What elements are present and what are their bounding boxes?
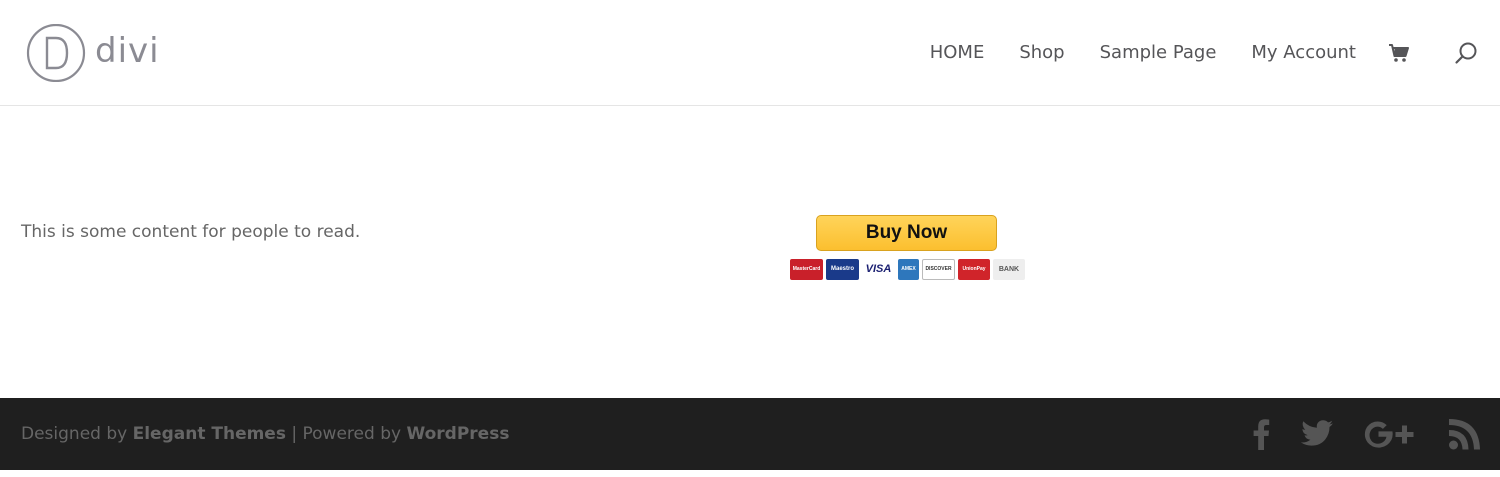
twitter-icon[interactable]: [1300, 420, 1334, 448]
site-header: divi HOME Shop Sample Page My Account: [0, 0, 1500, 106]
site-logo[interactable]: divi: [25, 24, 160, 82]
main-nav: HOME Shop Sample Page My Account: [930, 40, 1478, 66]
amex-logo: AMEX: [898, 258, 919, 280]
discover-label: DISCOVER: [925, 266, 952, 272]
mastercard-label: MasterCard: [792, 266, 821, 272]
buy-now-label: Buy Now: [865, 222, 948, 243]
page-content: This is some content for people to read.…: [0, 107, 1500, 398]
social-links: [1252, 418, 1484, 450]
content-paragraph: This is some content for people to read.: [21, 222, 361, 242]
visa-label: VISA: [865, 263, 892, 275]
bank-logo: BANK: [993, 258, 1025, 280]
amex-label: AMEX: [901, 266, 916, 272]
mastercard-logo: MasterCard: [790, 258, 823, 280]
nav-item-my-account[interactable]: My Account: [1251, 40, 1356, 66]
footer-separator: |: [291, 424, 298, 444]
powered-by-text: Powered by: [302, 424, 402, 444]
rss-icon[interactable]: [1448, 418, 1484, 450]
designed-by-text: Designed by: [21, 424, 128, 444]
cart-icon[interactable]: [1388, 43, 1410, 63]
platform-link[interactable]: WordPress: [406, 424, 509, 444]
bank-label: BANK: [998, 265, 1020, 273]
divi-logo-icon: [26, 24, 86, 82]
nav-item-shop[interactable]: Shop: [1019, 40, 1064, 66]
maestro-label: Maestro: [830, 266, 854, 272]
designer-link[interactable]: Elegant Themes: [133, 424, 286, 444]
unionpay-logo: UnionPay: [958, 258, 990, 280]
visa-logo: VISA: [862, 258, 895, 280]
payment-cards: MasterCard Maestro VISA AMEX DISCOVER Un…: [790, 258, 1025, 280]
buy-now-button[interactable]: Buy Now: [816, 215, 997, 251]
logo-text: divi: [95, 31, 160, 71]
nav-item-sample-page[interactable]: Sample Page: [1100, 40, 1217, 66]
google-plus-icon[interactable]: [1364, 418, 1418, 450]
facebook-icon[interactable]: [1252, 418, 1270, 450]
site-footer: Designed by Elegant Themes | Powered by …: [0, 398, 1500, 470]
search-icon[interactable]: [1454, 41, 1478, 65]
discover-logo: DISCOVER: [922, 258, 955, 280]
footer-credit: Designed by Elegant Themes | Powered by …: [21, 422, 509, 446]
bottom-strip: [0, 470, 1500, 477]
nav-item-home[interactable]: HOME: [930, 40, 985, 66]
maestro-logo: Maestro: [826, 258, 859, 280]
unionpay-label: UnionPay: [962, 266, 986, 272]
